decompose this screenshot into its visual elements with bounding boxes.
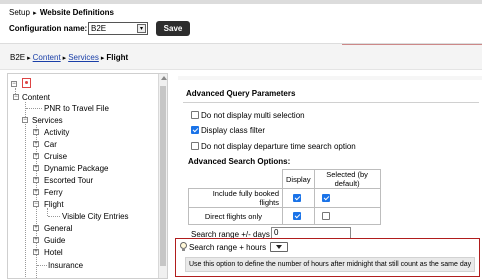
sub-header: B2E ▸ Content ▸ Services ▸ Flight [0,43,482,70]
tree-scrollbar[interactable] [158,74,167,278]
opt-multi-checkbox[interactable] [191,111,199,119]
tree-line [48,216,60,217]
hint-tooltip: Use this option to define the number of … [185,257,475,272]
breadcrumb-arrow-icon: ▸ [62,55,67,62]
display-cell [282,188,315,208]
expand-toggle-icon[interactable]: + [33,225,39,231]
breadcrumb-arrow-icon: ▸ [100,55,105,62]
config-label-wrapper: Configuration name: [9,24,87,33]
tree-panel: − − Content PNR to Travel File − Service… [7,73,168,279]
table-corner [188,169,283,189]
tree-line [26,108,42,109]
opt-class-checkbox[interactable] [191,126,199,134]
collapse-toggle-icon[interactable]: − [33,201,39,207]
tree-item-activity[interactable]: Activity [44,128,69,137]
expand-toggle-icon[interactable]: + [33,189,39,195]
display-checkbox[interactable] [293,193,302,202]
table-header-row: Display Selected (by default) [188,169,381,189]
row-label: Direct flights only [188,207,283,225]
collapse-toggle-icon[interactable]: − [22,117,28,123]
content-breadcrumb: B2E ▸ Content ▸ Services ▸ Flight [10,53,128,62]
col-selected: Selected (by default) [313,169,381,189]
selected-cell [313,207,381,225]
opt-departure-row: Do not display departure time search opt… [191,142,356,151]
divider [183,102,479,103]
tree-item-general[interactable]: General [44,224,72,233]
expand-toggle-icon[interactable]: + [33,153,39,159]
expand-toggle-icon[interactable]: + [33,165,39,171]
chevron-down-icon[interactable]: ▾ [137,24,146,33]
breadcrumb-arrow-icon: ▸ [27,55,31,62]
hours-select[interactable] [270,242,289,252]
tree-item-content[interactable]: Content [22,93,50,102]
breadcrumb-content-link[interactable]: Content [33,53,61,62]
advanced-options-table: Display Selected (by default) Include fu… [188,169,381,225]
selected-cell [313,188,381,208]
table-row: Include fully booked flights [188,188,381,208]
opt-multi-row: Do not display multi selection [191,111,305,120]
config-select[interactable]: B2E ▾ [88,22,148,35]
breadcrumb-arrow-icon: ▸ [33,10,37,17]
expand-toggle-icon[interactable]: + [33,237,39,243]
expand-toggle-icon[interactable]: + [33,249,39,255]
root-node-icon[interactable] [22,78,31,88]
page-title: Website Definitions [39,8,114,17]
tree-item-visible-city-entries[interactable]: Visible City Entries [62,212,129,221]
config-select-value: B2E [91,24,107,33]
breadcrumb-current: Flight [106,53,129,62]
opt-departure-checkbox[interactable] [191,142,199,150]
tree-line [47,208,48,216]
row-label: Include fully booked flights [188,188,283,208]
tree-line [25,102,26,277]
tree-item-hotel[interactable]: Hotel [44,248,63,257]
tree-item-services[interactable]: Services [32,116,63,125]
tree-line [37,265,47,266]
opt-class-row: Display class filter [191,126,265,135]
hours-label: Search range + hours [189,243,267,252]
collapse-toggle-icon[interactable]: − [13,94,19,100]
selected-checkbox[interactable] [321,211,330,220]
opt-multi-label: Do not display multi selection [201,111,305,120]
setup-link[interactable]: Setup [9,8,30,17]
save-button[interactable]: Save [156,21,190,36]
selected-checkbox[interactable] [321,193,330,202]
tree-item-cruise[interactable]: Cruise [44,152,67,161]
top-header: Setup ▸ Website Definitions Configuratio… [0,0,482,43]
breadcrumb-root: B2E [10,53,26,62]
config-label: Configuration name: [9,24,88,33]
lightbulb-icon [180,242,187,251]
breadcrumb-services-link[interactable]: Services [68,53,99,62]
top-strip [0,0,482,4]
tree-item-guide[interactable]: Guide [44,236,65,245]
hours-row: Search range + hours [180,242,289,252]
col-display: Display [282,169,315,189]
display-cell [282,207,315,225]
advanced-search-title: Advanced Search Options: [188,157,291,166]
page-breadcrumb: Setup ▸ Website Definitions [9,8,114,17]
table-row: Direct flights only [188,207,381,225]
accent-line [342,44,482,45]
tree-item-pnr[interactable]: PNR to Travel File [44,104,109,113]
display-checkbox[interactable] [293,211,302,220]
tree-item-insurance[interactable]: Insurance [48,261,83,270]
tree-item-escorted-tour[interactable]: Escorted Tour [44,176,93,185]
expand-toggle-icon[interactable]: + [33,141,39,147]
expand-toggle-icon[interactable]: + [33,177,39,183]
tree-item-ferry[interactable]: Ferry [44,188,63,197]
opt-departure-label: Do not display departure time search opt… [201,142,356,151]
scroll-up-icon[interactable] [161,76,167,80]
tree-item-car[interactable]: Car [44,140,57,149]
collapse-toggle-icon[interactable]: − [11,81,17,87]
section-title: Advanced Query Parameters [186,89,296,98]
expand-toggle-icon[interactable]: + [33,129,39,135]
panel-strip [178,76,482,80]
tree-item-dynamic-package[interactable]: Dynamic Package [44,164,108,173]
scrollbar-thumb[interactable] [160,86,166,266]
opt-class-label: Display class filter [201,126,266,135]
